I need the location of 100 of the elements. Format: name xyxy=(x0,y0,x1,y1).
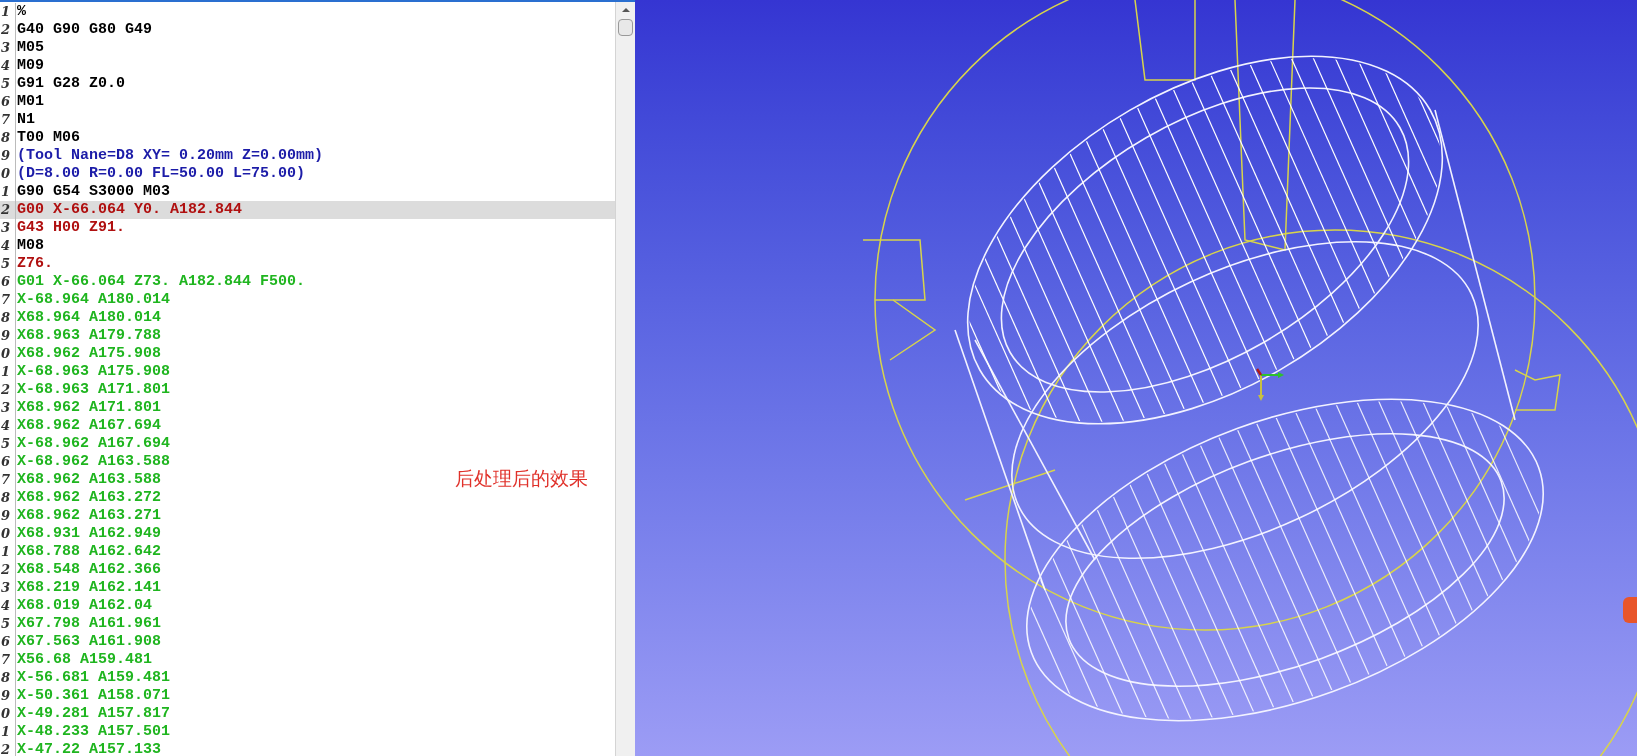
line-number: 6 xyxy=(0,273,16,291)
line-number: 0 xyxy=(0,705,16,723)
code-text: G01 X-66.064 Z73. A182.844 F500. xyxy=(16,273,306,291)
line-number: 2 xyxy=(0,201,16,219)
line-number: 6 xyxy=(0,633,16,651)
code-text: X-50.361 A158.071 xyxy=(16,687,171,705)
code-line[interactable]: 3 G43 H00 Z91. xyxy=(0,219,430,237)
code-line[interactable]: 0 X-49.281 A157.817 xyxy=(0,705,430,723)
code-line[interactable]: 3 X68.219 A162.141 xyxy=(0,579,430,597)
scrollbar[interactable] xyxy=(615,2,635,756)
code-line[interactable]: 2 X-47.22 A157.133 xyxy=(0,741,430,756)
code-line[interactable]: 0 X68.931 A162.949 xyxy=(0,525,430,543)
code-line[interactable]: 6 G01 X-66.064 Z73. A182.844 F500. xyxy=(0,273,430,291)
code-text: X-68.962 A167.694 xyxy=(16,435,171,453)
code-line[interactable]: 1 % xyxy=(0,3,430,21)
code-text: X68.788 A162.642 xyxy=(16,543,162,561)
code-text: X-68.962 A163.588 xyxy=(16,453,171,471)
code-line[interactable]: 7 X56.68 A159.481 xyxy=(0,651,430,669)
code-text: M01 xyxy=(16,93,44,111)
code-line[interactable]: 0 X68.962 A175.908 xyxy=(0,345,430,363)
code-text: X-48.233 A157.501 xyxy=(16,723,171,741)
code-line[interactable]: 2 X68.548 A162.366 xyxy=(0,561,430,579)
line-number: 5 xyxy=(0,615,16,633)
code-text: X68.963 A179.788 xyxy=(16,327,162,345)
line-number: 6 xyxy=(0,93,16,111)
code-line[interactable]: 4 X68.962 A167.694 xyxy=(0,417,430,435)
code-line[interactable]: 6 X67.563 A161.908 xyxy=(0,633,430,651)
code-text: X68.962 A171.801 xyxy=(16,399,162,417)
code-text: X68.219 A162.141 xyxy=(16,579,162,597)
code-line[interactable]: 8 X68.964 A180.014 xyxy=(0,309,430,327)
code-text: X68.962 A167.694 xyxy=(16,417,162,435)
code-line[interactable]: 2 X-68.963 A171.801 xyxy=(0,381,430,399)
code-line[interactable]: 7 X-68.964 A180.014 xyxy=(0,291,430,309)
code-line[interactable]: 4 X68.019 A162.04 xyxy=(0,597,430,615)
code-text: X56.68 A159.481 xyxy=(16,651,153,669)
line-number: 9 xyxy=(0,687,16,705)
line-number: 6 xyxy=(0,453,16,471)
code-text: X-68.963 A171.801 xyxy=(16,381,171,399)
code-text: X68.962 A175.908 xyxy=(16,345,162,363)
code-line[interactable]: 1 X-68.963 A175.908 xyxy=(0,363,430,381)
code-line[interactable]: 4 M08 xyxy=(0,237,430,255)
code-line[interactable]: 3 X68.962 A171.801 xyxy=(0,399,430,417)
input-method-icon[interactable] xyxy=(1623,597,1637,623)
line-number: 9 xyxy=(0,147,16,165)
line-number: 7 xyxy=(0,651,16,669)
code-line[interactable]: 9 X68.963 A179.788 xyxy=(0,327,430,345)
line-number: 8 xyxy=(0,489,16,507)
line-number: 5 xyxy=(0,255,16,273)
code-line[interactable]: 7 N1 xyxy=(0,111,430,129)
code-line[interactable]: 5 X-68.962 A167.694 xyxy=(0,435,430,453)
line-number: 4 xyxy=(0,237,16,255)
code-text: X68.962 A163.271 xyxy=(16,507,162,525)
code-text: X68.962 A163.272 xyxy=(16,489,162,507)
code-text: X-68.963 A175.908 xyxy=(16,363,171,381)
code-line[interactable]: 7 X68.962 A163.588 xyxy=(0,471,430,489)
code-line[interactable]: 6 M01 xyxy=(0,93,430,111)
code-line[interactable]: 2 G40 G90 G80 G49 xyxy=(0,21,430,39)
code-line[interactable]: 1 X68.788 A162.642 xyxy=(0,543,430,561)
code-line[interactable]: 1 X-48.233 A157.501 xyxy=(0,723,430,741)
line-number: 8 xyxy=(0,129,16,147)
code-text: M09 xyxy=(16,57,44,75)
scrollbar-thumb[interactable] xyxy=(618,19,633,36)
code-text: X68.548 A162.366 xyxy=(16,561,162,579)
code-line[interactable]: 9 X-50.361 A158.071 xyxy=(0,687,430,705)
line-number: 7 xyxy=(0,471,16,489)
code-text: % xyxy=(16,3,26,21)
code-line[interactable]: 8 X-56.681 A159.481 xyxy=(0,669,430,687)
code-text: N1 xyxy=(16,111,35,129)
code-line[interactable]: 8 T00 M06 xyxy=(0,129,430,147)
code-line[interactable]: 9 X68.962 A163.271 xyxy=(0,507,430,525)
code-line[interactable]: 5 X67.798 A161.961 xyxy=(0,615,430,633)
code-line[interactable]: 9 (Tool Nane=D8 XY= 0.20mm Z=0.00mm) xyxy=(0,147,430,165)
code-text: X68.964 A180.014 xyxy=(16,309,162,327)
line-number: 0 xyxy=(0,525,16,543)
line-number: 2 xyxy=(0,561,16,579)
code-text: M08 xyxy=(16,237,44,255)
code-text: X68.931 A162.949 xyxy=(16,525,162,543)
code-line[interactable]: 3 M05 xyxy=(0,39,430,57)
code-text: X68.962 A163.588 xyxy=(16,471,162,489)
line-number: 8 xyxy=(0,309,16,327)
line-number: 1 xyxy=(0,363,16,381)
code-line[interactable]: 6 X-68.962 A163.588 xyxy=(0,453,430,471)
code-line[interactable]: 8 X68.962 A163.272 xyxy=(0,489,430,507)
code-text: X-49.281 A157.817 xyxy=(16,705,171,723)
annotation-text: 后处理后的效果 xyxy=(455,466,588,491)
code-text: X67.563 A161.908 xyxy=(16,633,162,651)
code-line[interactable]: 5 Z76. xyxy=(0,255,430,273)
line-number: 4 xyxy=(0,417,16,435)
line-number: 4 xyxy=(0,597,16,615)
code-line[interactable]: 4 M09 xyxy=(0,57,430,75)
line-number: 0 xyxy=(0,345,16,363)
code-line[interactable]: 5 G91 G28 Z0.0 xyxy=(0,75,430,93)
line-number: 8 xyxy=(0,669,16,687)
line-number: 1 xyxy=(0,3,16,21)
line-number: 3 xyxy=(0,39,16,57)
line-number: 5 xyxy=(0,435,16,453)
line-number: 2 xyxy=(0,741,16,756)
axis-triad-icon xyxy=(1256,367,1286,403)
code-line[interactable]: 0 (D=8.00 R=0.00 FL=50.00 L=75.00) xyxy=(0,165,430,183)
line-number: 4 xyxy=(0,57,16,75)
